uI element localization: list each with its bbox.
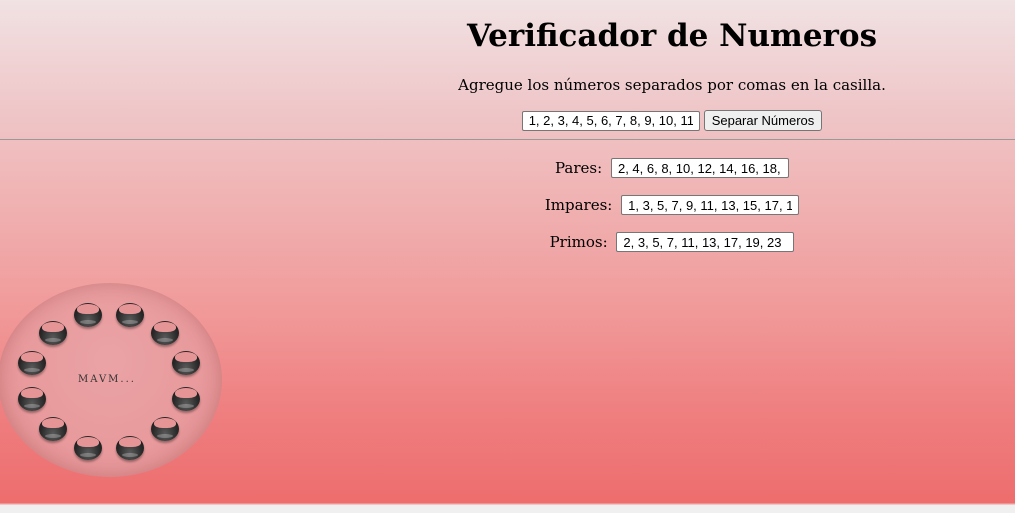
instructions-text: Agregue los números separados por comas … xyxy=(458,76,886,94)
spinner-dot xyxy=(18,351,46,375)
spinner-dot xyxy=(151,417,179,441)
page-title: Verificador de Numeros xyxy=(466,18,878,54)
page-header: Verificador de Numeros Agregue los númer… xyxy=(0,0,1015,139)
spinner-dot xyxy=(116,303,144,327)
loader-label: MAVM... xyxy=(78,374,136,385)
numbers-input[interactable] xyxy=(521,110,700,131)
separate-numbers-button[interactable]: Separar Números xyxy=(703,110,823,131)
spinner-dot xyxy=(74,303,102,327)
spinner-dot xyxy=(39,321,67,345)
spinner-dot xyxy=(74,436,102,460)
spinner-dot xyxy=(18,387,46,411)
spinner-dot xyxy=(172,387,200,411)
spinner-dot xyxy=(151,321,179,345)
pares-output[interactable] xyxy=(610,158,789,178)
spinner-dot xyxy=(172,351,200,375)
impares-label: Impares: xyxy=(544,196,613,214)
divider xyxy=(0,139,1015,140)
primos-label: Primos: xyxy=(549,233,608,251)
impares-row: Impares: xyxy=(330,194,1014,215)
spinner-dot xyxy=(39,417,67,441)
numbers-form: Separar Números xyxy=(330,110,1014,131)
impares-output[interactable] xyxy=(621,195,800,215)
loading-spinner: MAVM... xyxy=(0,283,222,477)
pares-row: Pares: xyxy=(330,157,1014,178)
spinner-dot xyxy=(116,436,144,460)
pares-label: Pares: xyxy=(555,159,603,177)
primos-output[interactable] xyxy=(616,232,795,252)
primos-row: Primos: xyxy=(330,231,1014,252)
